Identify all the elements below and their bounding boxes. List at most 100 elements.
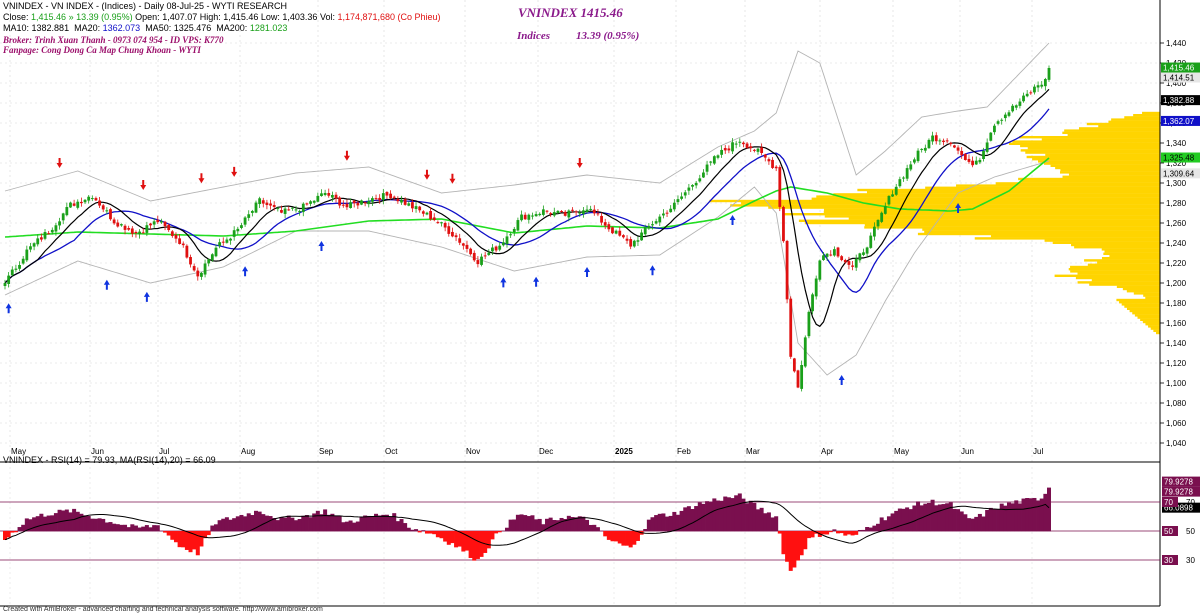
candle-body — [862, 252, 865, 255]
candle-body — [79, 201, 83, 204]
y-tick-label: 1,080 — [1166, 399, 1187, 408]
candle-body — [472, 252, 476, 261]
candle-body — [676, 199, 680, 203]
x-tick-label: Jul — [1033, 447, 1043, 456]
candle-body — [196, 270, 200, 277]
rsi-bar — [897, 508, 902, 532]
rsi-bar — [363, 515, 368, 532]
candle-body — [418, 206, 422, 211]
candle-body — [651, 224, 654, 226]
rsi-bar — [13, 531, 18, 533]
rsi-bar — [901, 508, 906, 532]
candle-body — [763, 154, 767, 158]
candle-body — [152, 221, 156, 225]
rsi-bar — [628, 531, 633, 548]
candle-body — [705, 164, 709, 172]
candle-body — [989, 132, 993, 141]
volume-profile-bar — [1108, 120, 1160, 123]
rsi-bar — [330, 513, 335, 532]
rsi-bar — [796, 531, 801, 561]
candle-body — [185, 245, 189, 258]
candle-body — [800, 364, 804, 389]
candle-body — [803, 337, 807, 367]
x-tick-label: Nov — [466, 447, 480, 456]
volume-profile-bar — [1062, 175, 1160, 178]
candle-body — [1003, 114, 1007, 119]
candle-body — [250, 210, 254, 213]
candle-body — [338, 197, 342, 206]
volume-profile-bar — [1132, 312, 1160, 315]
candle-body — [458, 238, 462, 243]
candle-body — [363, 202, 367, 204]
candle-body — [742, 142, 745, 145]
rsi-bar — [766, 512, 771, 532]
candle-body — [309, 201, 312, 204]
candle-body — [571, 209, 574, 211]
price-tag-label: 1,382.88 — [1163, 96, 1195, 105]
rsi-bar — [876, 523, 881, 532]
volume-profile-bar — [1104, 250, 1160, 253]
rsi-bar — [690, 508, 695, 532]
rsi-bar — [988, 507, 993, 532]
rsi-bar — [170, 531, 175, 540]
candle-body — [221, 241, 225, 243]
volume-profile-bar — [956, 184, 1160, 187]
candle-body — [894, 186, 898, 195]
rsi-bar — [916, 501, 921, 532]
candle-body — [323, 192, 327, 195]
big-sub-label: Indices — [517, 30, 550, 42]
candle-body — [1029, 92, 1033, 94]
rsi-bar — [839, 531, 844, 534]
volume-profile-bar — [811, 197, 1160, 200]
candle-body — [301, 203, 305, 213]
rsi-bar — [224, 517, 229, 532]
candle-body — [818, 260, 822, 280]
candle-body — [785, 240, 789, 300]
candle-body — [945, 140, 949, 142]
candle-body — [54, 225, 58, 232]
candle-body — [665, 212, 669, 214]
candle-body — [138, 231, 141, 235]
rsi-bar — [370, 516, 375, 532]
candle-body — [483, 255, 487, 257]
candle-body — [451, 231, 454, 237]
rsi-bar — [210, 525, 215, 532]
y-tick-label: 1,260 — [1166, 219, 1187, 228]
candle-body — [47, 233, 51, 235]
broker-text: Broker: Trinh Xuan Thanh - 0973 074 954 … — [3, 35, 224, 45]
rsi-bar — [657, 513, 662, 532]
candle-body — [811, 294, 814, 312]
volume-profile-bar — [1150, 327, 1160, 330]
candle-body — [127, 228, 131, 230]
rsi-bar — [661, 513, 666, 532]
candle-body — [294, 209, 298, 211]
rsi-bar — [155, 525, 160, 532]
volume-profile-bar — [1054, 274, 1160, 277]
rsi-bar — [341, 522, 346, 532]
rsi-bar — [301, 515, 306, 532]
rsi-bar — [857, 529, 862, 532]
candle-body — [65, 207, 69, 216]
volume-profile-bar — [925, 186, 1160, 189]
candle-body — [720, 149, 724, 155]
candle-body — [447, 226, 451, 234]
volume-profile-bar — [1032, 158, 1160, 161]
candle-body — [411, 202, 414, 209]
candle-body — [480, 256, 483, 265]
volume-profile-bar — [1067, 133, 1160, 137]
volume-profile-bar — [1119, 301, 1160, 304]
volume-profile-bar — [1045, 153, 1160, 156]
rsi-bar — [239, 514, 244, 532]
candle-body — [58, 221, 61, 226]
candle-body — [320, 193, 323, 197]
candle-body — [341, 204, 345, 206]
rsi-bar — [610, 531, 615, 542]
rsi-bar — [86, 516, 91, 532]
ma10-value: 1382.881 — [31, 23, 70, 33]
price-tag-label: 1,325.48 — [1163, 154, 1195, 163]
volume-profile-bar — [1064, 129, 1160, 132]
rsi-bar — [432, 531, 437, 535]
candle-body — [654, 221, 658, 224]
rsi-bar — [93, 518, 98, 532]
ma10-label: MA10: — [3, 23, 30, 33]
